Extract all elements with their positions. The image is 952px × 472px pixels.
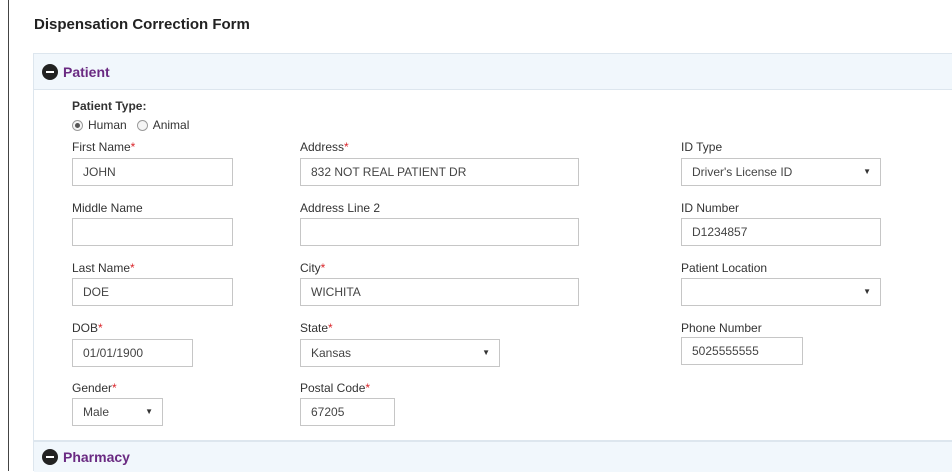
postal-code-input[interactable]: 67205 <box>300 398 395 426</box>
pharmacy-section-title: Pharmacy <box>63 449 130 465</box>
gender-select-value: Male <box>83 405 110 419</box>
middle-name-label: Middle Name <box>72 201 143 215</box>
patient-location-label: Patient Location <box>681 261 768 275</box>
human-radio[interactable] <box>72 119 83 131</box>
id-type-select-value: Driver's License ID <box>692 165 793 179</box>
caret-down-icon: ▼ <box>482 348 490 357</box>
dob-label: DOB* <box>72 321 103 335</box>
address-line2-input[interactable] <box>300 218 579 246</box>
id-type-label: ID Type <box>681 140 723 154</box>
first-name-label: First Name* <box>72 140 136 154</box>
id-number-input[interactable]: D1234857 <box>681 218 881 246</box>
state-select-value: Kansas <box>311 346 352 360</box>
last-name-label: Last Name* <box>72 261 135 275</box>
caret-down-icon: ▼ <box>145 407 153 416</box>
gender-select[interactable]: Male ▼ <box>72 398 163 426</box>
pharmacy-section-header[interactable]: Pharmacy <box>34 442 952 472</box>
human-radio-label[interactable]: Human <box>88 118 127 132</box>
minus-circle-icon[interactable] <box>42 63 58 80</box>
first-name-input[interactable]: JOHN <box>72 158 233 186</box>
postal-code-label: Postal Code* <box>300 381 371 395</box>
address-label: Address* <box>300 140 349 154</box>
patient-section-title: Patient <box>63 63 110 80</box>
phone-number-input[interactable]: 5025555555 <box>681 337 803 365</box>
dob-input[interactable]: 01/01/1900 <box>72 339 193 367</box>
state-select[interactable]: Kansas ▼ <box>300 339 500 367</box>
animal-radio-label[interactable]: Animal <box>153 118 190 132</box>
state-label: State* <box>300 321 333 335</box>
phone-number-label: Phone Number <box>681 321 762 335</box>
address-input[interactable]: 832 NOT REAL PATIENT DR <box>300 158 579 186</box>
caret-down-icon: ▼ <box>863 167 871 176</box>
id-type-select[interactable]: Driver's License ID ▼ <box>681 158 881 186</box>
animal-radio[interactable] <box>136 119 148 131</box>
last-name-input[interactable]: DOE <box>72 278 233 306</box>
gender-label: Gender* <box>72 381 117 395</box>
patient-section-header[interactable]: Patient <box>34 54 952 90</box>
city-input[interactable]: WICHITA <box>300 278 579 306</box>
id-number-label: ID Number <box>681 201 740 215</box>
left-divider <box>8 0 9 471</box>
pharmacy-section: Pharmacy <box>33 441 952 472</box>
patient-location-select[interactable]: ▼ <box>681 278 881 306</box>
patient-type-radio-group: Human Animal <box>72 118 199 132</box>
minus-circle-icon[interactable] <box>42 449 58 465</box>
address-line2-label: Address Line 2 <box>300 201 381 215</box>
middle-name-input[interactable] <box>72 218 233 246</box>
patient-type-label: Patient Type: <box>72 99 147 113</box>
city-label: City* <box>300 261 326 275</box>
caret-down-icon: ▼ <box>863 287 871 296</box>
page-title: Dispensation Correction Form <box>34 16 250 33</box>
patient-section: Patient <box>33 53 952 441</box>
